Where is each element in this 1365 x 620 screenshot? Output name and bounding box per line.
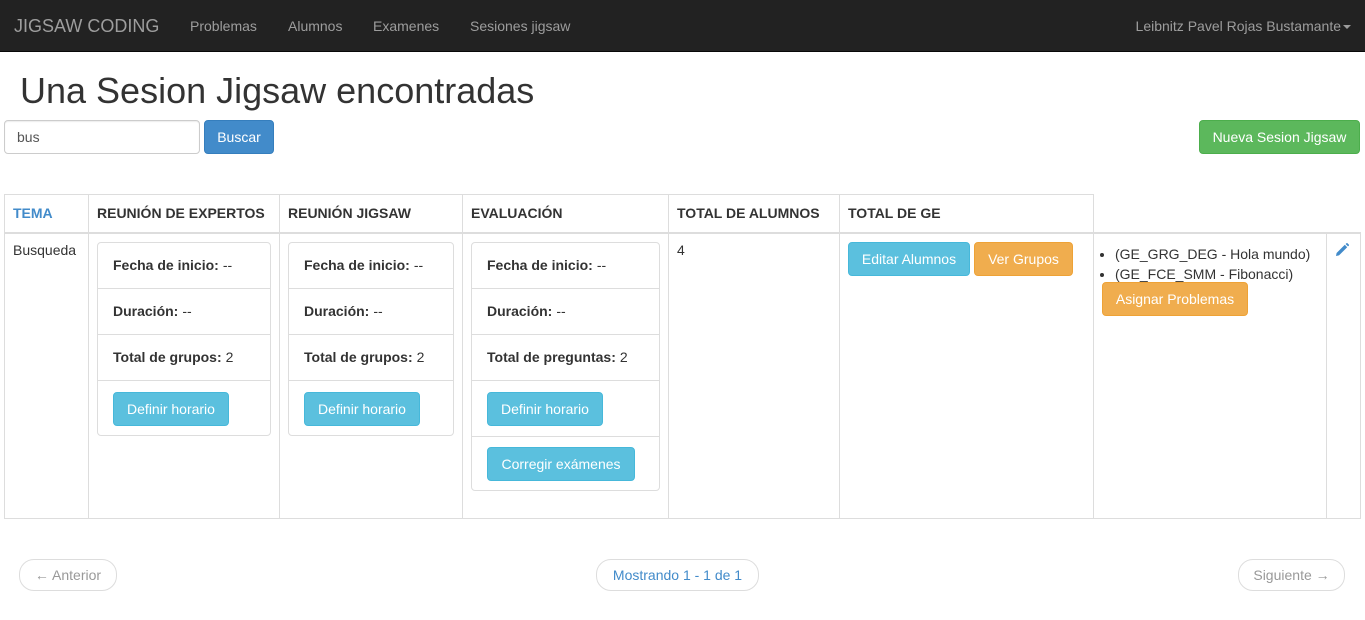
evaluacion-fecha-label: Fecha de inicio: <box>487 257 593 273</box>
brand-logo[interactable]: JIGSAW CODING <box>14 16 159 37</box>
header-reunion-jigsaw: REUNIÓN JIGSAW <box>279 194 463 234</box>
top-navbar: JIGSAW CODING Problemas Alumnos Examenes… <box>0 0 1365 52</box>
expertos-fecha-row: Fecha de inicio: -- <box>98 243 270 289</box>
expertos-grupos-value: 2 <box>225 349 234 365</box>
evaluacion-preguntas-value: 2 <box>619 349 628 365</box>
cell-evaluacion: Fecha de inicio: -- Duración: -- Total de … <box>462 232 669 519</box>
pencil-icon[interactable] <box>1335 242 1350 260</box>
jigsaw-grupos-value: 2 <box>416 349 425 365</box>
evaluacion-fecha-value: -- <box>596 257 607 273</box>
table-row: Busqueda Fecha de inicio: -- Duración: -- … <box>4 232 1361 519</box>
jigsaw-definir-horario-button[interactable]: Definir horario <box>304 391 420 426</box>
jigsaw-panel: Fecha de inicio: -- Duración: -- Total de … <box>288 241 454 436</box>
cell-total-ge: Editar Alumnos Ver Grupos <box>839 232 1094 519</box>
next-page-button[interactable]: Siguiente → <box>1238 559 1345 591</box>
evaluacion-panel: Fecha de inicio: -- Duración: -- Total de … <box>471 241 660 491</box>
pagination-status: Mostrando 1 - 1 de 1 <box>596 559 759 591</box>
evaluacion-definir-horario-button[interactable]: Definir horario <box>487 391 603 426</box>
expertos-grupos-row: Total de grupos: 2 <box>98 335 270 381</box>
total-alumnos-value: 4 <box>677 241 685 258</box>
expertos-fecha-label: Fecha de inicio: <box>113 257 219 273</box>
evaluacion-duracion-row: Duración: -- <box>472 289 659 335</box>
cell-ge-list: (GE_GRG_DEG - Hola mundo) (GE_FCE_SMM - … <box>1093 232 1327 519</box>
evaluacion-duracion-label: Duración: <box>487 303 553 319</box>
asignar-problemas-button[interactable]: Asignar Problemas <box>1102 281 1248 316</box>
caret-down-icon <box>1343 25 1351 30</box>
header-total-alumnos: TOTAL DE ALUMNOS <box>668 194 840 234</box>
nav-alumnos[interactable]: Alumnos <box>288 18 342 34</box>
expertos-duracion-label: Duración: <box>113 303 179 319</box>
cell-actions <box>1326 232 1361 519</box>
expertos-fecha-value: -- <box>222 257 233 273</box>
expertos-duracion-row: Duración: -- <box>98 289 270 335</box>
header-total-ge: TOTAL DE GE <box>839 194 1094 234</box>
jigsaw-duracion-row: Duración: -- <box>289 289 453 335</box>
cell-total-alumnos: 4 <box>668 232 840 519</box>
list-item: (GE_FCE_SMM - Fibonacci) <box>1115 264 1310 284</box>
list-item: (GE_GRG_DEG - Hola mundo) <box>1115 244 1310 264</box>
nav-sesiones-jigsaw[interactable]: Sesiones jigsaw <box>470 18 570 34</box>
user-menu[interactable]: Leibnitz Pavel Rojas Bustamante <box>1136 18 1351 34</box>
expertos-panel: Fecha de inicio: -- Duración: -- Total de … <box>97 241 271 436</box>
page-title: Una Sesion Jigsaw encontradas <box>20 70 535 111</box>
cell-expertos: Fecha de inicio: -- Duración: -- Total de … <box>88 232 280 519</box>
jigsaw-fecha-label: Fecha de inicio: <box>304 257 410 273</box>
tema-value: Busqueda <box>13 241 77 258</box>
search-button[interactable]: Buscar <box>204 120 274 154</box>
jigsaw-grupos-row: Total de grupos: 2 <box>289 335 453 381</box>
header-spacer-actions <box>1326 194 1361 234</box>
header-reunion-expertos: REUNIÓN DE EXPERTOS <box>88 194 280 234</box>
evaluacion-preguntas-label: Total de preguntas: <box>487 349 616 365</box>
evaluacion-duracion-value: -- <box>556 303 566 319</box>
search-input[interactable] <box>4 120 200 154</box>
evaluacion-preguntas-row: Total de preguntas: 2 <box>472 335 659 381</box>
expertos-duracion-value: -- <box>182 303 192 319</box>
new-session-button[interactable]: Nueva Sesion Jigsaw <box>1199 120 1360 154</box>
expertos-grupos-label: Total de grupos: <box>113 349 222 365</box>
corregir-examenes-button[interactable]: Corregir exámenes <box>487 446 635 481</box>
sessions-table: TEMA REUNIÓN DE EXPERTOS REUNIÓN JIGSAW … <box>4 194 1361 519</box>
cell-tema: Busqueda <box>4 232 89 519</box>
expertos-definir-horario-button[interactable]: Definir horario <box>113 391 229 426</box>
jigsaw-fecha-value: -- <box>413 257 424 273</box>
header-spacer <box>1093 194 1327 234</box>
jigsaw-duracion-label: Duración: <box>304 303 370 319</box>
jigsaw-duracion-value: -- <box>373 303 383 319</box>
jigsaw-grupos-label: Total de grupos: <box>304 349 413 365</box>
header-tema[interactable]: TEMA <box>4 194 89 234</box>
cell-jigsaw: Fecha de inicio: -- Duración: -- Total de … <box>279 232 463 519</box>
table-header-row: TEMA REUNIÓN DE EXPERTOS REUNIÓN JIGSAW … <box>4 194 1361 234</box>
header-evaluacion: EVALUACIÓN <box>462 194 669 234</box>
ge-list: (GE_GRG_DEG - Hola mundo) (GE_FCE_SMM - … <box>1115 244 1310 284</box>
previous-page-button[interactable]: ← Anterior <box>19 559 117 591</box>
jigsaw-fecha-row: Fecha de inicio: -- <box>289 243 453 289</box>
ver-grupos-button[interactable]: Ver Grupos <box>974 241 1073 276</box>
evaluacion-fecha-row: Fecha de inicio: -- <box>472 243 659 289</box>
nav-examenes[interactable]: Examenes <box>373 18 439 34</box>
user-name: Leibnitz Pavel Rojas Bustamante <box>1135 18 1341 34</box>
nav-problemas[interactable]: Problemas <box>190 18 257 34</box>
editar-alumnos-button[interactable]: Editar Alumnos <box>848 241 970 276</box>
